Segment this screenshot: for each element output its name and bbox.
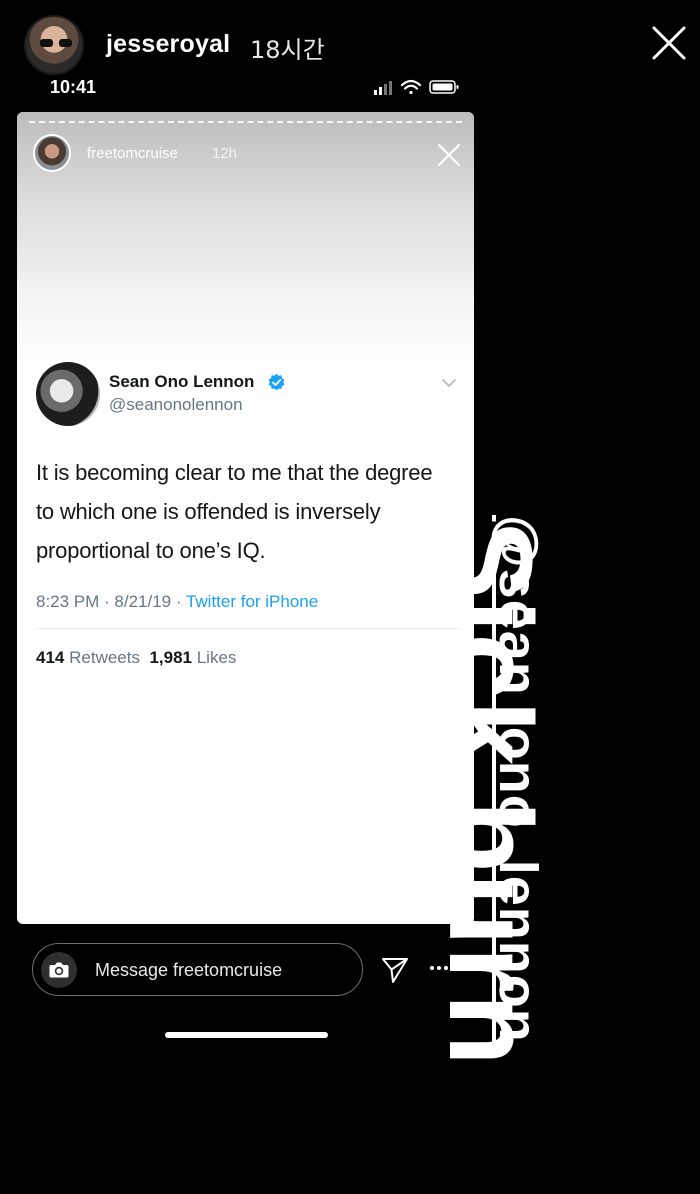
like-label[interactable]: Likes <box>197 648 237 667</box>
divider <box>36 628 460 629</box>
tweet-author-name[interactable]: Sean Ono Lennon <box>109 372 254 392</box>
shared-story-avatar[interactable] <box>33 134 71 172</box>
story-timestamp: 18시간 <box>250 36 325 64</box>
camera-button[interactable] <box>41 952 77 988</box>
story-avatar[interactable] <box>24 15 84 75</box>
shared-story-timestamp: 12h <box>212 145 238 162</box>
message-placeholder: Message freetomcruise <box>95 960 283 980</box>
home-indicator <box>165 1032 328 1038</box>
verified-badge-icon <box>268 373 285 391</box>
sunglasses-graphic <box>40 39 72 47</box>
story-progress-bar <box>29 121 462 123</box>
status-icons <box>374 79 459 95</box>
story-top-gradient <box>17 112 474 362</box>
send-icon[interactable] <box>380 955 410 985</box>
signal-icon <box>374 81 392 95</box>
tweet-author-handle[interactable]: @seanonolennon <box>109 395 243 415</box>
tweet-meta: 8:23 PM · 8/21/19 · Twitter for iPhone <box>36 592 318 612</box>
retweet-label[interactable]: Retweets <box>69 648 140 667</box>
message-input[interactable]: Message freetomcruise <box>32 943 363 996</box>
shared-story-username[interactable]: freetomcruise <box>87 145 178 162</box>
retweet-count[interactable]: 414 <box>36 648 64 667</box>
shared-story-card: freetomcruise 12h Sean Ono Lennon @seano… <box>17 112 474 924</box>
status-bar-time: 10:41 <box>50 77 97 97</box>
caption-text: Sick burn <box>424 520 556 1067</box>
tweet-source-link[interactable]: Twitter for iPhone <box>186 592 318 611</box>
like-count[interactable]: 1,981 <box>149 648 192 667</box>
tweet-timestamp: 8:23 PM · 8/21/19 · <box>36 592 186 611</box>
battery-icon <box>429 80 459 94</box>
story-username[interactable]: jesseroyal <box>106 30 230 59</box>
tweet-body: It is becoming clear to me that the degr… <box>36 460 433 563</box>
chevron-down-icon[interactable] <box>441 378 457 388</box>
close-icon[interactable] <box>436 142 462 168</box>
tweet-stats: 414 Retweets 1,981 Likes <box>36 648 236 668</box>
wifi-icon <box>400 79 422 95</box>
camera-icon <box>49 962 69 978</box>
tweet-avatar[interactable] <box>36 362 100 426</box>
close-icon[interactable] <box>648 22 690 64</box>
